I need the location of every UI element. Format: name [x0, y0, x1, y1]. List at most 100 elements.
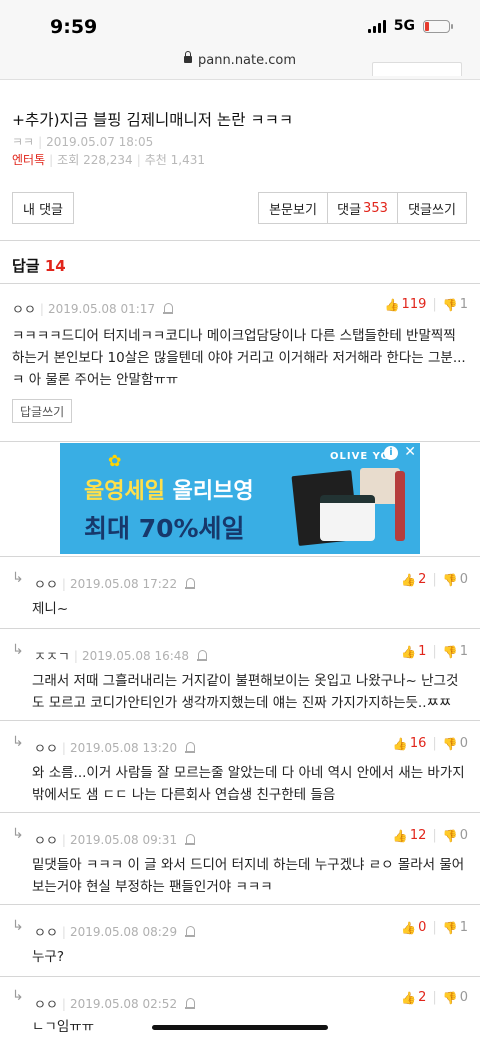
status-icons: 5G: [367, 18, 453, 34]
upvote-button[interactable]: 👍 12: [393, 828, 427, 843]
report-icon[interactable]: [197, 649, 208, 662]
divider: [0, 628, 480, 629]
lock-icon: [183, 51, 192, 63]
thumb-down-icon: 👎: [442, 990, 458, 1005]
comment-author: ㅇㅇ: [34, 834, 58, 849]
comment-text: ㅋㅋㅋㅋ드디어 터지네ㅋㅋ코디나 메이크업담당이나 다른 스탭들한테 반말찍찍하…: [12, 328, 466, 388]
article-category[interactable]: 엔터톡: [12, 153, 45, 167]
comment-votes: 👍 0 | 👎 1: [401, 920, 468, 935]
comments-count: 353: [363, 200, 388, 216]
divider: [0, 283, 480, 284]
view-body-button[interactable]: 본문보기: [258, 192, 328, 224]
ad-brand: OLIVE YO: [330, 451, 391, 462]
divider: [0, 904, 480, 905]
comment-text: 제니~: [32, 601, 69, 617]
replies-count: 14: [44, 257, 66, 275]
comment-votes: 👍 12 | 👎 0: [392, 828, 468, 843]
divider: [0, 976, 480, 977]
thumb-up-icon: 👍: [392, 736, 408, 751]
comment-date: 2019.05.08 09:31: [69, 832, 178, 847]
report-icon[interactable]: [185, 741, 196, 754]
comment-date: 2019.05.08 02:52: [69, 996, 178, 1011]
report-icon[interactable]: [185, 997, 196, 1010]
comment-author: ㅇㅇ: [34, 998, 58, 1013]
reply-arrow-icon: ↳: [12, 734, 24, 750]
thumb-down-icon: 👎: [442, 828, 458, 843]
battery-icon: [423, 19, 453, 33]
divider: [0, 812, 480, 813]
reply-arrow-icon: ↳: [12, 918, 24, 934]
upvote-button[interactable]: 👍 16: [393, 736, 427, 751]
thumb-up-icon: 👍: [401, 572, 417, 587]
report-icon[interactable]: [185, 833, 196, 846]
comment-date: 2019.05.08 16:48: [81, 648, 190, 663]
downvote-button[interactable]: 👎 0: [443, 736, 468, 751]
home-indicator[interactable]: [152, 1025, 328, 1030]
comments-button[interactable]: 댓글 353: [327, 192, 398, 224]
my-comments-button[interactable]: 내 댓글: [12, 192, 74, 224]
reply-arrow-icon: ↳: [12, 570, 24, 586]
write-comment-button[interactable]: 댓글쓰기: [397, 192, 467, 224]
comment-text: 와 소름...이거 사람들 잘 모르는줄 알았는데 다 아네 역시 안에서 새는…: [32, 765, 465, 803]
thumb-down-icon: 👎: [442, 736, 458, 751]
thumb-up-icon: 👍: [401, 920, 417, 935]
comment-votes: 👍 2 | 👎 0: [401, 572, 468, 587]
thumb-up-icon: 👍: [401, 990, 417, 1005]
thumb-up-icon: 👍: [392, 828, 408, 843]
report-icon[interactable]: [185, 577, 196, 590]
url-text: pann.nate.com: [197, 53, 297, 68]
comment-date: 2019.05.08 08:29: [69, 924, 178, 939]
article-stats: 엔터톡 | 조회 228,234 | 추천 1,431: [12, 153, 205, 167]
comment-author: ㅇㅇ: [12, 303, 36, 318]
signal-icon: [367, 19, 386, 33]
thumb-down-icon: 👎: [442, 644, 458, 659]
status-bar: 9:59 5G: [0, 0, 480, 50]
ad-subheadline: 최대 70%세일: [84, 514, 245, 543]
article-meta: ㅋㅋ | 2019.05.07 18:05: [12, 135, 154, 149]
article-recommends: 추천 1,431: [144, 153, 205, 167]
ad-product-image: [395, 471, 405, 541]
status-time: 9:59: [50, 16, 98, 38]
article-title: +추가)지금 블핑 김제니매니저 논란 ㅋㅋㅋ: [12, 111, 294, 129]
ad-product-image: [320, 495, 375, 541]
comment-text: 밑댓들아 ㅋㅋㅋ 이 글 와서 드디어 터지네 하는데 누구겠냐 ㄹㅇ 몰라서 …: [32, 857, 465, 895]
divider: [0, 441, 480, 442]
network-label: 5G: [393, 18, 415, 34]
replies-heading: 답글 14: [12, 257, 66, 275]
upvote-button[interactable]: 👍 119: [385, 297, 427, 312]
ad-info-icon[interactable]: i: [384, 446, 398, 460]
ad-banner[interactable]: ✿ 올영세일 올리브영 최대 70%세일 OLIVE YO i ✕: [60, 443, 420, 554]
thumb-down-icon: 👎: [442, 920, 458, 935]
downvote-button[interactable]: 👎 1: [443, 297, 468, 312]
upvote-button[interactable]: 👍 2: [401, 572, 426, 587]
downvote-button[interactable]: 👎 1: [443, 920, 468, 935]
comment-text: 그래서 저때 그흘러내리는 거지같이 불편해보이는 옷입고 나왔구나~ 난그것도…: [32, 673, 459, 711]
article-views: 조회 228,234: [57, 153, 133, 167]
downvote-button[interactable]: 👎 0: [443, 828, 468, 843]
thumb-down-icon: 👎: [442, 297, 458, 312]
comment-author: ㅇㅇ: [34, 926, 58, 941]
reply-arrow-icon: ↳: [12, 642, 24, 658]
upvote-button[interactable]: 👍 2: [401, 990, 426, 1005]
page-tab-edge: [372, 62, 462, 76]
comment-author: ㅇㅇ: [34, 578, 58, 593]
divider: [0, 240, 480, 241]
reply-arrow-icon: ↳: [12, 988, 24, 1004]
report-icon[interactable]: [163, 302, 174, 315]
comment-date: 2019.05.08 01:17: [47, 301, 156, 316]
comment-votes: 👍 2 | 👎 0: [401, 990, 468, 1005]
upvote-button[interactable]: 👍 0: [401, 920, 426, 935]
flower-icon: ✿: [108, 451, 122, 470]
comment-author: ㅈㅈㄱ: [34, 650, 70, 665]
ad-close-icon[interactable]: ✕: [404, 444, 416, 460]
downvote-button[interactable]: 👎 0: [443, 572, 468, 587]
comment-text: 누구?: [32, 949, 65, 965]
comment-votes: 👍 16 | 👎 0: [392, 736, 468, 751]
comment-author: ㅇㅇ: [34, 742, 58, 757]
reply-button[interactable]: 답글쓰기: [12, 399, 73, 423]
downvote-button[interactable]: 👎 0: [443, 990, 468, 1005]
article-author: ㅋㅋ: [12, 135, 35, 149]
upvote-button[interactable]: 👍 1: [401, 644, 426, 659]
report-icon[interactable]: [185, 925, 196, 938]
downvote-button[interactable]: 👎 1: [443, 644, 468, 659]
